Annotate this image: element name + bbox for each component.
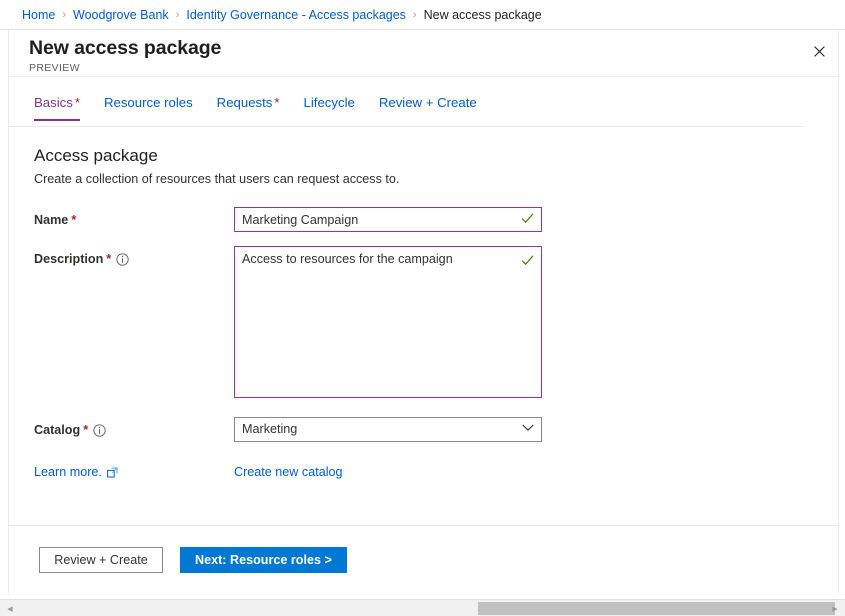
breadcrumb-separator: › [176,9,180,21]
breadcrumb-item-current: New access package [424,8,542,22]
scroll-left-arrow-icon[interactable]: ◀ [2,600,18,616]
close-icon [814,46,825,57]
description-textarea[interactable] [234,246,542,398]
scroll-right-arrow-icon[interactable]: ▶ [827,600,843,616]
create-new-catalog-link[interactable]: Create new catalog [234,464,343,481]
breadcrumb-item-home[interactable]: Home [22,8,55,22]
breadcrumb-separator: › [413,9,417,21]
description-label: Description* [34,246,234,268]
learn-more-label: Learn more. [34,464,102,481]
section-heading: Access package [34,145,838,167]
section-access-package: Access package Create a collection of re… [9,127,838,481]
description-label-text: Description [34,251,103,268]
breadcrumb-separator: › [62,9,66,21]
tab-resource-roles[interactable]: Resource roles [104,94,193,120]
tab-resource-roles-label: Resource roles [104,95,193,110]
page-title: New access package [29,36,838,60]
tab-basics[interactable]: Basics* [34,94,80,120]
review-create-button[interactable]: Review + Create [39,547,163,573]
name-required-marker: * [71,212,76,229]
form-row-catalog: Catalog* Marketing [34,417,838,442]
tab-lifecycle[interactable]: Lifecycle [304,94,355,120]
tab-requests[interactable]: Requests* [217,94,280,120]
description-field-wrap [234,246,542,403]
catalog-label: Catalog* [34,417,234,439]
azure-portal-blade: Home › Woodgrove Bank › Identity Governa… [0,0,845,616]
next-resource-roles-button[interactable]: Next: Resource roles > [180,547,347,573]
horizontal-scrollbar[interactable]: ◀ ▶ [0,599,845,616]
basics-form: Name* Description* [34,207,838,481]
blade-footer: Review + Create Next: Resource roles > [9,525,838,593]
catalog-selected-value: Marketing [242,418,297,441]
preview-badge: PREVIEW [29,61,838,75]
name-field-wrap [234,207,542,232]
breadcrumb-item-identity-governance[interactable]: Identity Governance - Access packages [186,8,406,22]
close-button[interactable] [802,34,836,68]
description-required-marker: * [106,251,111,268]
breadcrumb-item-woodgrove-bank[interactable]: Woodgrove Bank [73,8,169,22]
catalog-label-text: Catalog [34,422,80,439]
blade-header: New access package PREVIEW [9,30,838,77]
links-row: Learn more. Create new catalog [34,464,838,481]
tab-review-create[interactable]: Review + Create [379,94,477,120]
tab-bar: Basics* Resource roles Requests* Lifecyc… [9,94,803,127]
name-label-text: Name [34,212,68,229]
tab-basics-required: * [75,95,80,110]
form-row-description: Description* [34,246,838,403]
name-input[interactable] [234,207,542,232]
blade-container: New access package PREVIEW Basics* Resou… [8,30,839,593]
form-row-name: Name* [34,207,838,232]
tab-review-create-label: Review + Create [379,95,477,110]
section-description: Create a collection of resources that us… [34,171,838,188]
breadcrumb: Home › Woodgrove Bank › Identity Governa… [0,0,845,30]
learn-more-link[interactable]: Learn more. [34,464,234,481]
external-link-icon [107,467,118,478]
tab-basics-label: Basics [34,95,73,110]
catalog-select[interactable]: Marketing [234,417,542,442]
info-icon[interactable] [116,253,129,266]
catalog-required-marker: * [83,422,88,439]
name-label: Name* [34,207,234,229]
catalog-select-wrap: Marketing [234,417,542,442]
tab-lifecycle-label: Lifecycle [304,95,355,110]
tab-requests-required: * [274,95,279,110]
scrollbar-thumb[interactable] [478,602,835,615]
info-icon[interactable] [93,424,106,437]
tab-requests-label: Requests [217,95,273,110]
